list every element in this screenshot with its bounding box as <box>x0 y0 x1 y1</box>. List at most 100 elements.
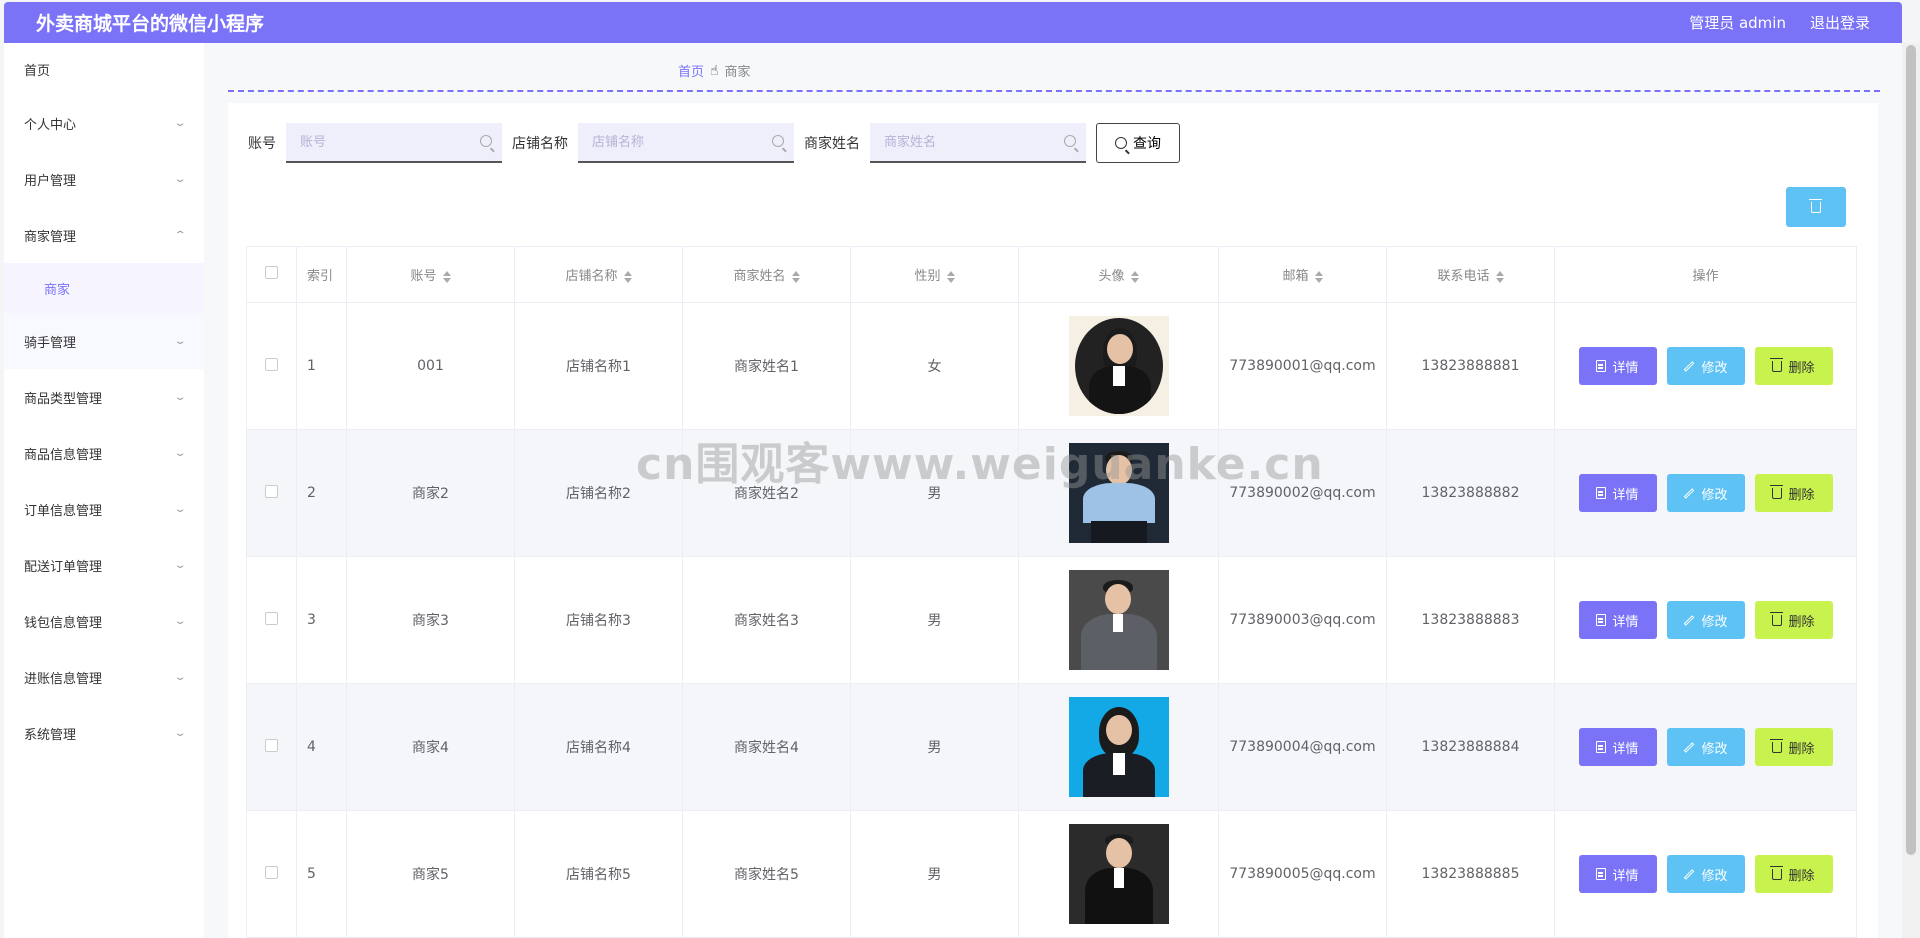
avatar[interactable] <box>1068 824 1169 924</box>
delete-label: 删除 <box>1788 360 1815 376</box>
col-merchant-name[interactable]: 商家姓名 <box>682 246 851 303</box>
detail-button[interactable]: 详情 <box>1578 601 1657 639</box>
avatar[interactable] <box>1068 316 1169 416</box>
cell-index: 4 <box>296 683 347 811</box>
main-content: 首页 ☝ 商家 账号 店铺名称 商家姓名 查询 <box>204 43 1902 938</box>
breadcrumb-home[interactable]: 首页 <box>678 61 704 80</box>
sidebar-item-profile[interactable]: 个人中心 ⌄ <box>4 95 204 151</box>
edit-icon <box>1684 360 1695 372</box>
sort-icon <box>623 270 632 283</box>
cell-shop: 店铺名称2 <box>514 429 683 557</box>
sidebar-item-delivery[interactable]: 配送订单管理 ⌄ <box>4 537 204 593</box>
cell-merchant-name: 商家姓名5 <box>682 810 851 938</box>
sidebar-item-users[interactable]: 用户管理 ⌄ <box>4 151 204 207</box>
edit-button[interactable]: 修改 <box>1666 347 1745 385</box>
row-checkbox[interactable] <box>265 738 278 752</box>
detail-button[interactable]: 详情 <box>1578 855 1657 893</box>
sidebar-item-products[interactable]: 商品信息管理 ⌄ <box>4 425 204 481</box>
query-label: 查询 <box>1133 135 1161 151</box>
sidebar-item-wallet[interactable]: 钱包信息管理 ⌄ <box>4 593 204 649</box>
query-button[interactable]: 查询 <box>1096 123 1180 163</box>
scrollbar-thumb[interactable] <box>1906 45 1916 855</box>
sidebar-item-system[interactable]: 系统管理 ⌄ <box>4 705 204 761</box>
row-checkbox[interactable] <box>265 611 278 625</box>
edit-button[interactable]: 修改 <box>1666 601 1745 639</box>
sidebar-subitem-merchant[interactable]: 商家 <box>4 263 204 313</box>
chevron-down-icon: ⌄ <box>173 671 187 683</box>
search-bar: 账号 店铺名称 商家姓名 查询 <box>248 123 1180 163</box>
sidebar-item-product-types[interactable]: 商品类型管理 ⌄ <box>4 369 204 425</box>
merchant-name-label: 商家姓名 <box>804 136 860 152</box>
col-account[interactable]: 账号 <box>346 246 515 303</box>
cell-phone: 13823888883 <box>1386 556 1555 684</box>
logout-link[interactable]: 退出登录 <box>1810 12 1870 33</box>
col-shop[interactable]: 店铺名称 <box>514 246 683 303</box>
detail-button[interactable]: 详情 <box>1578 347 1657 385</box>
col-email[interactable]: 邮箱 <box>1218 246 1387 303</box>
breadcrumb-divider <box>228 90 1880 92</box>
cell-avatar <box>1018 810 1219 938</box>
search-icon <box>1115 137 1127 149</box>
bulk-delete-button[interactable] <box>1786 187 1846 227</box>
col-label: 头像 <box>1098 269 1125 284</box>
account-label: 账号 <box>248 136 276 152</box>
avatar[interactable] <box>1068 697 1169 797</box>
delete-button[interactable]: 删除 <box>1754 474 1833 512</box>
current-user[interactable]: 管理员 admin <box>1689 12 1786 33</box>
col-gender[interactable]: 性别 <box>850 246 1019 303</box>
shop-name-input[interactable] <box>578 123 794 161</box>
select-all-checkbox[interactable] <box>265 266 278 279</box>
cell-avatar <box>1018 683 1219 811</box>
sidebar-item-orders[interactable]: 订单信息管理 ⌄ <box>4 481 204 537</box>
cell-actions: 详情 修改 删除 <box>1554 683 1857 811</box>
cell-phone: 13823888885 <box>1386 810 1555 938</box>
sort-icon <box>1130 270 1139 283</box>
sidebar-item-riders[interactable]: 骑手管理 ⌄ <box>4 313 204 369</box>
merchant-name-input[interactable] <box>870 123 1086 161</box>
sidebar-item-merchants[interactable]: 商家管理 ⌃ <box>4 207 204 263</box>
delete-button[interactable]: 删除 <box>1754 601 1833 639</box>
edit-button[interactable]: 修改 <box>1666 855 1745 893</box>
sort-icon <box>1495 270 1504 283</box>
cell-avatar <box>1018 302 1219 430</box>
col-phone[interactable]: 联系电话 <box>1386 246 1555 303</box>
breadcrumb-current: 商家 <box>724 65 751 80</box>
detail-button[interactable]: 详情 <box>1578 728 1657 766</box>
edit-button[interactable]: 修改 <box>1666 728 1745 766</box>
edit-label: 修改 <box>1701 741 1728 757</box>
app-title: 外卖商城平台的微信小程序 <box>36 13 265 35</box>
delete-button[interactable]: 删除 <box>1754 728 1833 766</box>
cell-merchant-name: 商家姓名3 <box>682 556 851 684</box>
delete-button[interactable]: 删除 <box>1754 347 1833 385</box>
col-avatar[interactable]: 头像 <box>1018 246 1219 303</box>
delete-button[interactable]: 删除 <box>1754 855 1833 893</box>
trash-icon <box>1770 611 1784 626</box>
edit-button[interactable]: 修改 <box>1666 474 1745 512</box>
row-checkbox[interactable] <box>265 484 278 498</box>
detail-button[interactable]: 详情 <box>1578 474 1657 512</box>
detail-label: 详情 <box>1612 741 1639 757</box>
row-checkbox[interactable] <box>265 357 278 371</box>
page-scrollbar[interactable] <box>1902 43 1920 938</box>
table-row: 5 商家5 店铺名称5 商家姓名5 男 773890005@qq.com 138… <box>246 810 1857 938</box>
avatar[interactable] <box>1068 443 1169 543</box>
edit-icon <box>1684 868 1695 880</box>
cell-account: 商家2 <box>346 429 515 557</box>
row-select-cell <box>246 302 297 430</box>
account-input[interactable] <box>286 123 502 161</box>
row-checkbox[interactable] <box>265 865 278 879</box>
edit-icon <box>1684 487 1695 499</box>
cell-gender: 男 <box>850 556 1019 684</box>
chevron-down-icon: ⌄ <box>173 173 187 185</box>
trash-icon <box>1770 865 1784 880</box>
sidebar-subitem-label: 商家 <box>44 282 71 298</box>
table-row: 4 商家4 店铺名称4 商家姓名4 男 773890004@qq.com 138… <box>246 683 1857 811</box>
sidebar-item-income[interactable]: 进账信息管理 ⌄ <box>4 649 204 705</box>
sidebar-item-home[interactable]: 首页 <box>4 43 204 95</box>
cell-gender: 男 <box>850 429 1019 557</box>
merchant-name-field <box>870 123 1086 163</box>
cell-phone: 13823888882 <box>1386 429 1555 557</box>
sidebar-item-label: 骑手管理 <box>24 335 77 351</box>
avatar[interactable] <box>1068 570 1169 670</box>
document-icon <box>1596 487 1607 499</box>
